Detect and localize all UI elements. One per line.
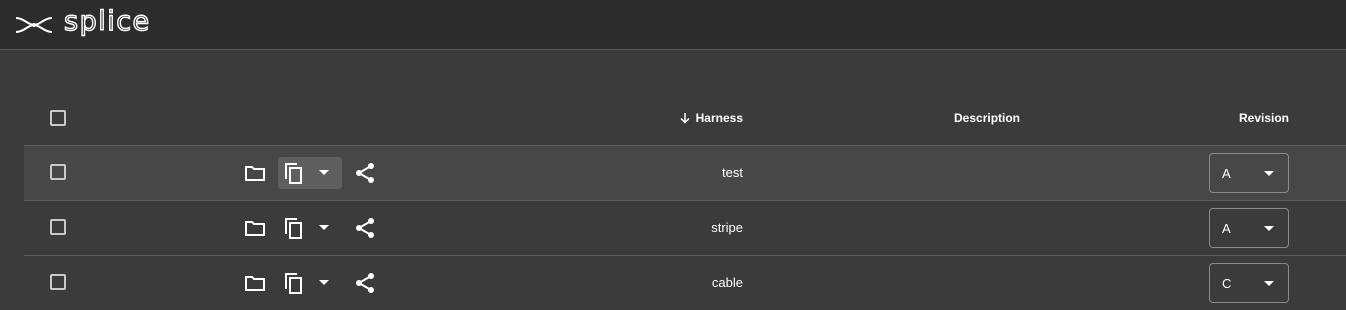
harness-name: cable: [711, 275, 743, 290]
harness-name: stripe: [711, 220, 743, 235]
arrow-down-icon: [680, 113, 690, 124]
column-header-revision[interactable]: Revision: [1239, 110, 1289, 126]
app-logo[interactable]: splice: [14, 6, 151, 40]
copy-button[interactable]: [278, 267, 310, 299]
revision-value: A: [1222, 166, 1231, 181]
copy-button[interactable]: [278, 157, 310, 189]
share-button[interactable]: [350, 213, 380, 243]
copy-options-dropdown[interactable]: [310, 267, 338, 299]
column-header-harness-label: Harness: [695, 111, 743, 125]
row-actions: [240, 267, 380, 299]
revision-value: A: [1222, 221, 1231, 236]
revision-select[interactable]: A: [1209, 208, 1289, 248]
table-row[interactable]: stripe A: [24, 200, 1346, 255]
open-folder-button[interactable]: [240, 268, 270, 298]
table-row[interactable]: cable C: [24, 255, 1346, 310]
folder-icon: [245, 276, 265, 291]
share-button[interactable]: [350, 158, 380, 188]
table-row[interactable]: test A: [24, 145, 1346, 200]
copy-icon: [285, 163, 302, 184]
folder-icon: [245, 221, 265, 236]
share-icon: [356, 163, 374, 183]
copy-icon: [285, 273, 302, 294]
caret-down-icon: [1264, 226, 1274, 231]
revision-select[interactable]: A: [1209, 153, 1289, 193]
revision-value: C: [1222, 276, 1232, 291]
revision-select[interactable]: C: [1209, 263, 1289, 303]
select-all-checkbox[interactable]: [50, 110, 66, 126]
share-button[interactable]: [350, 268, 380, 298]
row-actions: [240, 157, 380, 189]
splice-logo-icon: [15, 17, 53, 33]
row-checkbox[interactable]: [50, 219, 66, 235]
folder-icon: [245, 166, 265, 181]
caret-down-icon: [319, 280, 329, 285]
harness-name: test: [722, 165, 743, 180]
column-header-harness[interactable]: Harness: [679, 110, 743, 126]
open-folder-button[interactable]: [240, 158, 270, 188]
table-header: Harness Description Revision: [24, 90, 1346, 145]
harness-table: Harness Description Revision test A stri…: [24, 90, 1346, 310]
open-folder-button[interactable]: [240, 213, 270, 243]
copy-button-group: [278, 267, 342, 299]
copy-button-group: [278, 212, 342, 244]
copy-options-dropdown[interactable]: [310, 212, 338, 244]
row-checkbox[interactable]: [50, 274, 66, 290]
copy-button-group: [278, 157, 342, 189]
copy-icon: [285, 218, 302, 239]
caret-down-icon: [1264, 281, 1274, 286]
copy-button[interactable]: [278, 212, 310, 244]
share-icon: [356, 218, 374, 238]
top-bar: splice: [0, 0, 1346, 50]
caret-down-icon: [1264, 171, 1274, 176]
share-icon: [356, 273, 374, 293]
column-header-description[interactable]: Description: [954, 110, 1020, 126]
copy-options-dropdown[interactable]: [310, 157, 338, 189]
caret-down-icon: [319, 225, 329, 230]
caret-down-icon: [319, 170, 329, 175]
app-name: splice: [63, 6, 151, 37]
row-checkbox[interactable]: [50, 164, 66, 180]
row-actions: [240, 212, 380, 244]
